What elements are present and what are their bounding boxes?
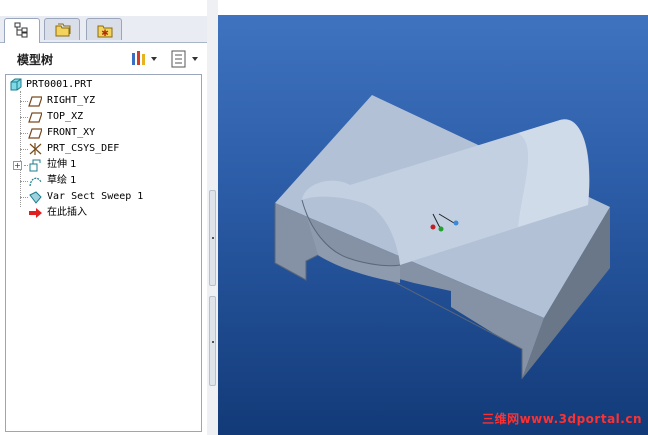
tree-node-front-xy[interactable]: FRONT_XY [6, 125, 196, 141]
svg-text:✱: ✱ [101, 29, 109, 38]
navigator-panel: ✱ 模型树 PRT0001.PRT RIGHT_YZ TOP_XZ FRONT_… [0, 0, 216, 435]
tree-node-right-yz[interactable]: RIGHT_YZ [6, 93, 196, 109]
tab-favorites[interactable]: ✱ [86, 18, 122, 40]
model-3d-view[interactable] [218, 15, 648, 435]
watermark-text: 三维网www.3dportal.cn [482, 412, 642, 426]
settings-tool-button[interactable] [130, 50, 160, 68]
tree-node-var-sect-sweep[interactable]: Var Sect Sweep 1 [6, 189, 196, 205]
tree-node-label: FRONT_XY [47, 127, 96, 138]
show-options-button[interactable] [170, 50, 202, 68]
tree-node-label: PRT0001.PRT [26, 79, 93, 90]
panel-splitter[interactable] [207, 0, 218, 435]
tree-node-root-part[interactable]: PRT0001.PRT [6, 77, 196, 93]
tree-node-insert-here[interactable]: 在此插入 [6, 205, 196, 221]
tree-node-sketch[interactable]: 草绘 1 [6, 173, 196, 189]
model-tree: PRT0001.PRT RIGHT_YZ TOP_XZ FRONT_XY PRT… [5, 74, 202, 432]
tree-node-label: 在此插入 [47, 207, 87, 218]
model-tree-icon [14, 22, 28, 38]
tree-node-label: Var Sect Sweep 1 [47, 191, 144, 202]
tree-node-label: RIGHT_YZ [47, 95, 96, 106]
settings-tools-icon [132, 51, 157, 65]
tree-node-label: TOP_XZ [47, 111, 84, 122]
graphics-viewport[interactable]: 三维网www.3dportal.cn [218, 15, 648, 435]
viewport-top-strip [218, 0, 648, 15]
part-icon [10, 78, 22, 91]
tree-node-top-xz[interactable]: TOP_XZ [6, 109, 196, 125]
folder-browser-icon [55, 23, 71, 37]
tree-node-csys[interactable]: PRT_CSYS_DEF [6, 141, 196, 157]
tree-node-label: 草绘 1 [47, 175, 77, 186]
datum-plane-icon [28, 128, 42, 139]
extrude-icon [29, 159, 41, 172]
sweep-icon [29, 191, 42, 204]
tree-node-label: PRT_CSYS_DEF [47, 143, 120, 154]
tree-node-extrude[interactable]: 拉伸 1 [6, 157, 196, 173]
insert-here-arrow-icon [29, 208, 42, 218]
datum-plane-icon [28, 96, 42, 107]
tab-folder-browser[interactable] [44, 18, 80, 40]
csys-icon [29, 143, 42, 155]
splitter-grip-bottom[interactable] [209, 296, 216, 386]
list-options-icon [171, 50, 198, 68]
sketch-icon [29, 177, 42, 187]
panel-title: 模型树 [17, 53, 54, 67]
favorites-icon: ✱ [97, 25, 113, 38]
tree-node-label: 拉伸 1 [47, 159, 77, 170]
splitter-grip-top[interactable] [209, 190, 216, 286]
datum-plane-icon [28, 112, 42, 123]
tab-model-tree[interactable] [4, 18, 40, 43]
navigator-tabbar: ✱ [0, 16, 216, 43]
